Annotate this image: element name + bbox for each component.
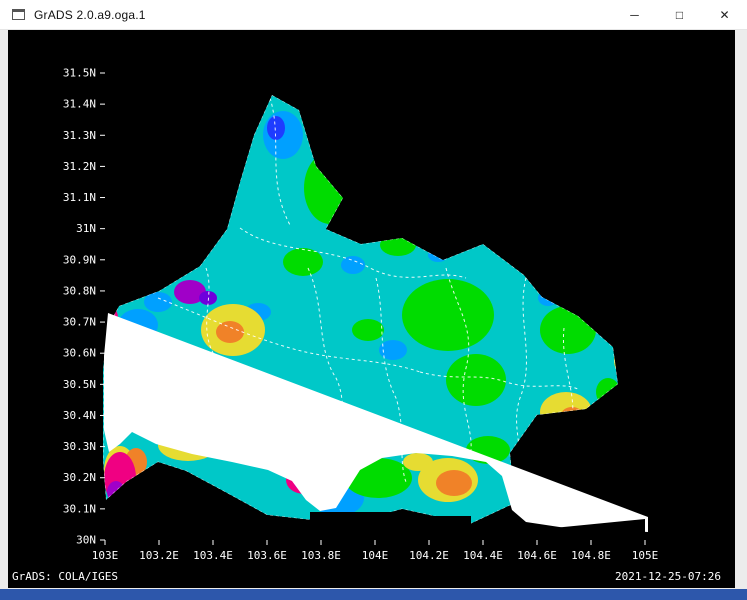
x-tick-label: 103.6E [247, 549, 287, 562]
x-tick-label: 103.2E [139, 549, 179, 562]
contour-blob-light_blue [538, 290, 558, 306]
app-icon [12, 9, 25, 20]
contour-blob-green [402, 279, 494, 351]
x-tick-label: 103E [92, 549, 119, 562]
grads-canvas: 103E 103.2E 103.4E 103.6E 103.8E 104E 104.2E 10… [8, 30, 735, 588]
grads-window: GrADS 2.0.a9.oga.1 ─ □ ✕ 103E 103.2E 103.4… [0, 0, 747, 600]
contour-blob-yellow [411, 221, 435, 239]
contour-blob-green [446, 354, 506, 406]
window-controls: ─ □ ✕ [612, 0, 747, 29]
y-tick-label: 30.9N [63, 253, 96, 266]
y-tick-label: 31.3N [63, 129, 96, 142]
grads-credit: GrADS: COLA/IGES [12, 570, 118, 583]
titlebar: GrADS 2.0.a9.oga.1 ─ □ ✕ [0, 0, 747, 30]
contour-blob-orange [622, 354, 634, 372]
contour-blob-green [352, 319, 384, 341]
x-tick-label: 105E [632, 549, 659, 562]
contour-blob-green [540, 306, 596, 354]
plot-timestamp: 2021-12-25-07:26 [615, 570, 721, 583]
x-tick-label: 104.4E [463, 549, 503, 562]
y-tick-label: 31.2N [63, 160, 96, 173]
x-tick-label: 104E [362, 549, 389, 562]
x-tick-label: 104.6E [517, 549, 557, 562]
close-button[interactable]: ✕ [702, 0, 747, 29]
contour-blob-yellow_green [505, 242, 541, 268]
y-tick-label: 30.5N [63, 378, 96, 391]
contour-blob-green [283, 248, 323, 276]
y-tick-label: 30.6N [63, 347, 96, 360]
contour-blob-orange [436, 470, 472, 496]
x-tick-label: 104.2E [409, 549, 449, 562]
y-tick-label: 30N [76, 534, 96, 547]
y-tick-label: 31.1N [63, 191, 96, 204]
no-data-patch [430, 516, 471, 540]
contour-map-svg: 103E 103.2E 103.4E 103.6E 103.8E 104E 104.2E 10… [8, 30, 735, 588]
no-data-patch [196, 521, 233, 540]
maximize-button[interactable]: □ [657, 0, 702, 29]
window-title: GrADS 2.0.a9.oga.1 [34, 8, 146, 22]
taskbar-strip [0, 589, 747, 600]
y-tick-label: 30.8N [63, 284, 96, 297]
y-tick-label: 30.1N [63, 502, 96, 515]
contour-blob-violet [199, 291, 217, 305]
contour-blob-yellow [540, 392, 592, 432]
minimize-button[interactable]: ─ [612, 0, 657, 29]
contour-blob-light_blue [144, 292, 172, 312]
contour-blob-orange [216, 321, 244, 343]
y-tick-label: 30.3N [63, 440, 96, 453]
contour-blob-light_blue [341, 256, 365, 274]
contour-blob-yellow [512, 249, 532, 263]
contour-blob-light_blue [604, 309, 622, 331]
contour-blob-yellow [614, 343, 638, 377]
contour-blob-orange [561, 407, 583, 423]
x-tick-label: 103.8E [301, 549, 341, 562]
x-tick-label: 103.4E [193, 549, 233, 562]
contour-blob-purple [107, 481, 125, 503]
contour-blob-green [304, 152, 356, 224]
contour-blob-green [596, 378, 620, 406]
contour-blob-light_blue [428, 248, 448, 262]
y-tick-label: 31N [76, 222, 96, 235]
contour-blob-green [380, 234, 416, 256]
no-data-patch [105, 511, 161, 540]
y-tick-label: 31.5N [63, 67, 96, 80]
y-tick-label: 30.7N [63, 316, 96, 329]
x-tick-label: 104.8E [571, 549, 611, 562]
y-tick-label: 30.2N [63, 471, 96, 484]
no-data-patch [310, 512, 396, 540]
y-tick-label: 30.4N [63, 409, 96, 422]
y-tick-label: 31.4N [63, 98, 96, 111]
